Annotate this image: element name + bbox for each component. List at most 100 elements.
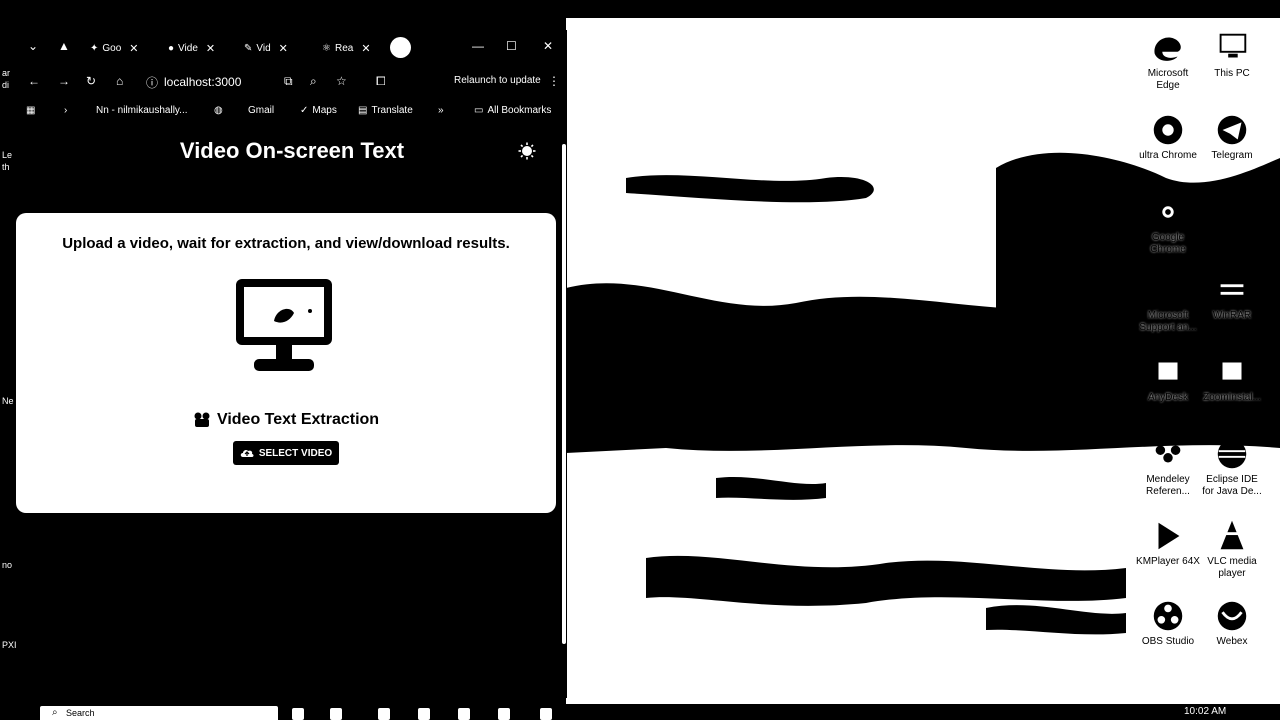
desktop-icon-telegram[interactable]: Telegram — [1200, 112, 1264, 162]
menu-icon[interactable]: ⋮ — [548, 74, 560, 88]
desktop-icon-webex[interactable]: Webex — [1200, 598, 1264, 648]
maximize-icon[interactable]: ☐ — [506, 39, 517, 53]
bookmark-star-icon[interactable]: ☆ — [336, 74, 347, 88]
taskbar: ⌕ Search 10:02 AM — [0, 704, 1280, 720]
bookmark-arrow-icon[interactable]: › — [64, 105, 67, 116]
desktop-icon-anydesk[interactable]: AnyDesk — [1136, 354, 1200, 404]
taskbar-app-icon[interactable] — [498, 708, 510, 720]
zoom-icon[interactable]: ⌕ — [310, 74, 317, 89]
desktop-icon-edge[interactable]: Microsoft Edge — [1136, 30, 1200, 92]
microsoft-edge-icon — [1154, 37, 1181, 61]
strip-text: no — [2, 560, 13, 570]
chrome-icon — [1153, 115, 1183, 145]
scrollbar-thumb[interactable] — [562, 144, 566, 644]
tab-close-icon[interactable]: ✕ — [129, 42, 138, 55]
reload-icon[interactable]: ↻ — [86, 74, 96, 88]
desktop-icon-mendeley[interactable]: Mendeley Referen... — [1136, 436, 1200, 498]
close-window-icon[interactable]: ✕ — [543, 39, 553, 53]
taskbar-app-icon[interactable] — [540, 708, 552, 720]
tab-label: Rea — [334, 42, 354, 54]
icon-label: VLC media player — [1207, 556, 1257, 579]
bookmarks-bar: ▦ › Nn - nilmikaushally... ◍ Gmail ✓ Maps… — [16, 100, 567, 124]
card-description: Upload a video, wait for extraction, and… — [62, 235, 510, 252]
bookmark-maps[interactable]: ✓ Maps — [300, 105, 337, 116]
tab-label: Goo — [102, 42, 122, 54]
site-info-icon[interactable]: ⓘ — [146, 74, 158, 91]
kmplayer-icon — [1158, 522, 1180, 550]
new-tab-profile-icon[interactable] — [390, 37, 411, 58]
desktop-icon-eclipse[interactable]: Eclipse IDE for Java De... — [1200, 436, 1264, 498]
address-bar[interactable]: ⓘ localhost:3000 — [146, 71, 276, 93]
strip-text: ar — [2, 68, 11, 78]
page-title: Video On-screen Text — [179, 138, 405, 163]
minimize-icon[interactable]: — — [472, 39, 484, 53]
desktop-icon-google-chrome[interactable]: Google Chrome — [1136, 194, 1200, 256]
tab-video-2[interactable]: ✎ Vid ✕ — [244, 38, 288, 58]
theme-toggle-icon[interactable] — [518, 142, 536, 160]
forward-icon[interactable]: → — [58, 74, 70, 88]
more-bookmarks-button[interactable]: » — [438, 105, 444, 116]
back-icon[interactable]: ← — [28, 74, 40, 88]
globe-icon[interactable]: ◍ — [214, 105, 223, 116]
bookmark-gmail[interactable]: Gmail — [248, 105, 274, 116]
taskbar-app-icon[interactable] — [418, 708, 430, 720]
desktop-icon-ms-support[interactable]: ? Microsoft Support an... — [1136, 272, 1200, 334]
icon-label: Telegram — [1211, 150, 1253, 161]
tab-search-icon[interactable]: ⌄ — [28, 39, 38, 53]
bookmark-label: Nn - nilmikaushally... — [96, 105, 188, 116]
strip-text: th — [2, 162, 10, 172]
taskbar-app-icon[interactable] — [378, 708, 390, 720]
tab-react[interactable]: ⚛ Rea ✕ — [322, 38, 371, 58]
tab-close-icon[interactable]: ✕ — [279, 42, 288, 55]
browser-toolbar: ← → ↻ ⌂ ⓘ localhost:3000 ⧉ ⌕ ☆ ⧠ Relaunc… — [16, 68, 567, 96]
tab-close-icon[interactable]: ✕ — [361, 42, 370, 55]
bookmark-translate[interactable]: ▤ Translate — [358, 105, 413, 116]
clock-time[interactable]: 10:02 AM — [1184, 706, 1226, 717]
taskbar-app-icon[interactable] — [330, 708, 342, 720]
eclipse-icon — [1217, 439, 1247, 469]
search-icon: ⌕ — [52, 707, 58, 718]
desktop-icon-obs[interactable]: OBS Studio — [1136, 598, 1200, 648]
extensions-icon[interactable]: ⧠ — [376, 74, 386, 89]
page-scrollbar[interactable] — [561, 130, 567, 678]
task-view-icon[interactable] — [292, 708, 304, 720]
folder-icon: ▭ — [474, 105, 484, 116]
bookmark-label: Gmail — [248, 105, 275, 116]
desktop-icon-vlc[interactable]: VLC media player — [1200, 518, 1264, 580]
icon-label: Microsoft Edge — [1147, 68, 1189, 91]
extraction-heading-text: Video Text Extraction — [216, 411, 380, 428]
select-video-button[interactable]: SELECT VIDEO — [233, 441, 339, 465]
bookmark-label: All Bookmarks — [487, 105, 552, 116]
icon-label: Eclipse IDE for Java De... — [1202, 474, 1262, 497]
zoom-installer-icon — [1216, 356, 1248, 386]
home-icon[interactable]: ⌂ — [116, 74, 123, 88]
desktop-icon-chrome[interactable]: ultra Chrome — [1136, 112, 1200, 162]
obs-icon — [1153, 601, 1183, 631]
desktop-icon-winrar[interactable]: WinRAR — [1200, 272, 1264, 322]
all-bookmarks[interactable]: ▭ All Bookmarks — [474, 105, 551, 116]
icon-label: WinRAR — [1212, 310, 1252, 321]
taskbar-app-icon[interactable] — [458, 708, 470, 720]
install-app-icon[interactable]: ⧉ — [284, 74, 293, 89]
icon-label: Webex — [1216, 636, 1248, 647]
upload-card: Upload a video, wait for extraction, and… — [16, 213, 556, 513]
taskbar-search[interactable]: ⌕ Search — [40, 706, 278, 720]
icon-label: OBS Studio — [1141, 636, 1195, 647]
tab-google[interactable]: ✦ Goo ✕ — [90, 38, 139, 58]
tab-close-icon[interactable]: ✕ — [206, 42, 215, 55]
tab-video-active[interactable]: ● Vide ✕ — [168, 38, 216, 58]
bookmark-label: Translate — [371, 105, 413, 116]
relaunch-button[interactable]: Relaunch to update — [454, 75, 541, 86]
search-placeholder: Search — [66, 708, 95, 718]
mendeley-icon — [1155, 445, 1181, 463]
icon-label: Microsoft Support an... — [1139, 310, 1197, 333]
desktop-icon-zoom[interactable]: ZoomInstal... — [1200, 354, 1264, 404]
monitor-icon — [236, 279, 332, 371]
desktop-icon-kmplayer[interactable]: KMPlayer 64X — [1136, 518, 1200, 568]
drive-icon[interactable]: ▲ — [58, 39, 70, 53]
bookmark-nn[interactable]: Nn - nilmikaushally... — [96, 105, 188, 116]
maps-icon: ✓ — [300, 105, 309, 116]
icon-label: Mendeley Referen... — [1146, 474, 1190, 497]
desktop-icon-this-pc[interactable]: This PC — [1200, 30, 1264, 80]
apps-icon[interactable]: ▦ — [26, 105, 35, 116]
